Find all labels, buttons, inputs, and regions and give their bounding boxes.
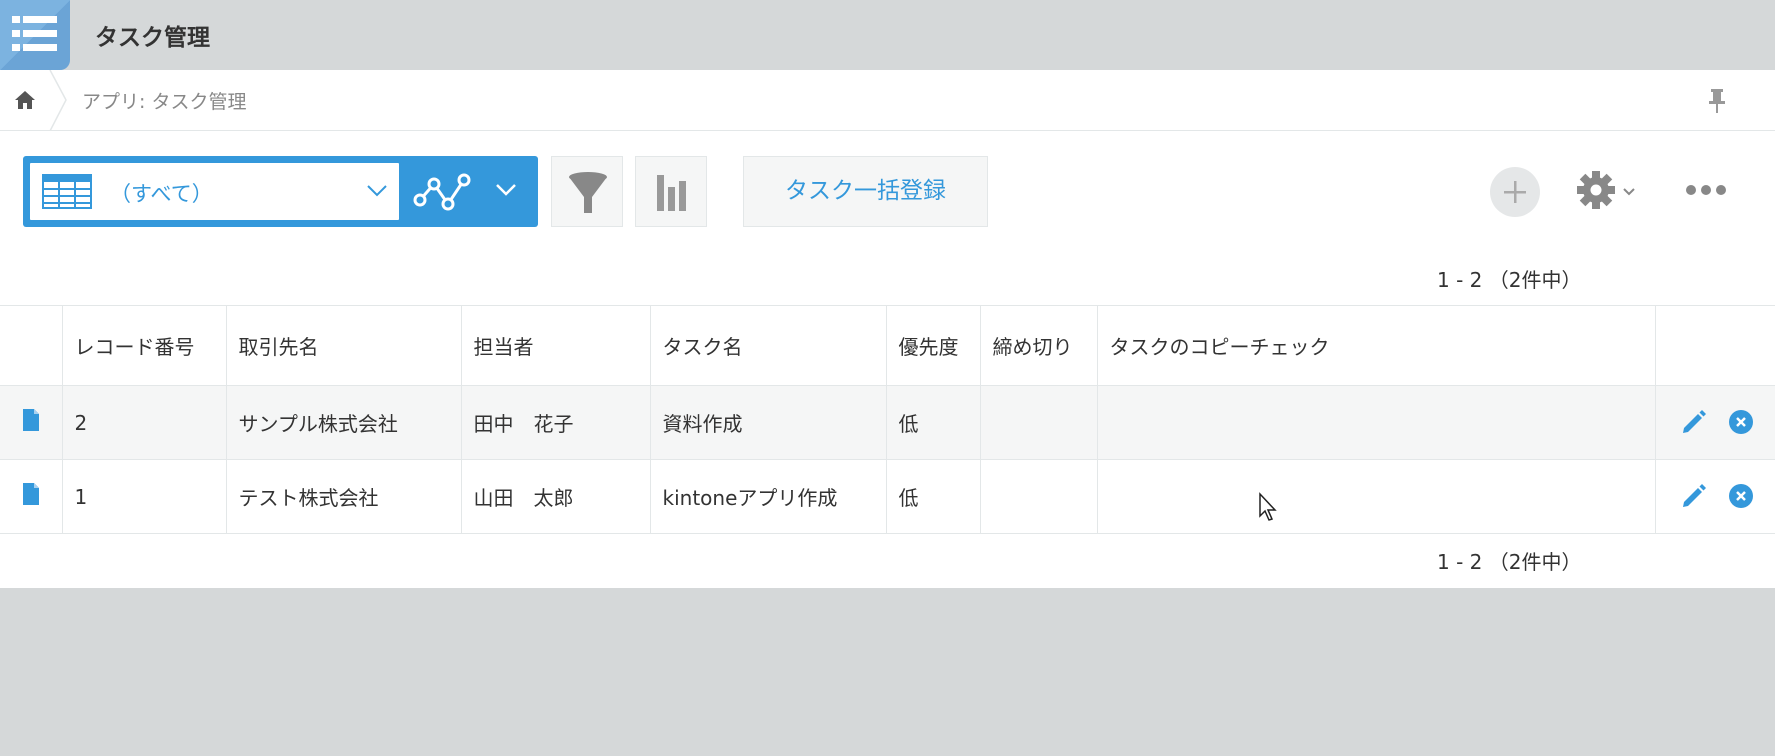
row-actions: [1655, 460, 1775, 534]
bar-chart-icon: [657, 175, 686, 211]
table-row: 2 サンプル株式会社 田中 花子 資料作成 低: [0, 385, 1775, 460]
cell-client: テスト株式会社: [226, 459, 462, 534]
row-actions: [1655, 386, 1775, 460]
plus-icon: [1504, 181, 1526, 203]
add-record-button[interactable]: [1490, 167, 1540, 217]
gear-icon: [1577, 171, 1635, 209]
record-detail-link[interactable]: [0, 459, 63, 534]
record-list-panel: （すべて） タスク一括登録 1 - 2 （2件中） レコード番号 取引先名 担当…: [0, 131, 1775, 588]
settings-button[interactable]: [1577, 169, 1647, 215]
more-options-button[interactable]: [1685, 181, 1727, 201]
filter-icon: [569, 172, 607, 213]
pagination-info-bottom: 1 - 2 （2件中）: [1437, 550, 1582, 574]
record-detail-link[interactable]: [0, 385, 63, 460]
delete-icon[interactable]: [1728, 409, 1754, 435]
table-view-icon: [42, 174, 92, 209]
cell-client: サンプル株式会社: [226, 385, 462, 460]
cell-deadline: [980, 385, 1098, 460]
cell-record-no: 2: [62, 385, 227, 460]
cell-deadline: [980, 459, 1098, 534]
cell-task: kintoneアプリ作成: [650, 459, 887, 534]
more-dots-icon: [1686, 185, 1726, 195]
home-icon[interactable]: [0, 70, 52, 131]
graph-chevron-down-icon[interactable]: [496, 184, 516, 196]
cell-copy-check: [1097, 385, 1656, 460]
column-header-client[interactable]: 取引先名: [226, 305, 462, 386]
table-row: 1 テスト株式会社 山田 太郎 kintoneアプリ作成 低: [0, 459, 1775, 534]
column-header-detail: [0, 305, 63, 386]
bulk-register-button[interactable]: タスク一括登録: [743, 156, 988, 227]
column-header-deadline[interactable]: 締め切り: [980, 305, 1098, 386]
cell-task: 資料作成: [650, 385, 887, 460]
pagination-info-top: 1 - 2 （2件中）: [1437, 268, 1582, 292]
record-table: レコード番号 取引先名 担当者 タスク名 優先度 締め切り タスクのコピーチェッ…: [0, 305, 1775, 534]
line-graph-icon[interactable]: [412, 170, 476, 214]
list-icon[interactable]: [0, 0, 70, 70]
cell-assignee: 山田 太郎: [461, 459, 651, 534]
app-title[interactable]: タスク管理: [95, 18, 210, 52]
graph-button[interactable]: [635, 156, 707, 227]
table-header-row: レコード番号 取引先名 担当者 タスク名 優先度 締め切り タスクのコピーチェッ…: [0, 305, 1775, 386]
cell-priority: 低: [886, 385, 981, 460]
breadcrumb-app-link[interactable]: アプリ: タスク管理: [82, 87, 246, 114]
document-icon: [22, 409, 39, 431]
column-header-record-no[interactable]: レコード番号: [62, 305, 227, 386]
view-selector-bar: （すべて）: [23, 156, 538, 227]
cell-assignee: 田中 花子: [461, 385, 651, 460]
column-header-copy-check[interactable]: タスクのコピーチェック: [1097, 305, 1656, 386]
delete-icon[interactable]: [1728, 483, 1754, 509]
view-dropdown[interactable]: （すべて）: [30, 163, 399, 220]
breadcrumb-separator: [49, 70, 67, 131]
cell-priority: 低: [886, 459, 981, 534]
chevron-down-icon: [367, 185, 387, 197]
cell-record-no: 1: [62, 459, 227, 534]
column-header-assignee[interactable]: 担当者: [461, 305, 651, 386]
column-header-priority[interactable]: 優先度: [886, 305, 981, 386]
filter-button[interactable]: [551, 156, 623, 227]
column-header-actions: [1655, 306, 1775, 386]
column-header-task[interactable]: タスク名: [650, 305, 887, 386]
cell-copy-check: [1097, 459, 1656, 534]
document-icon: [22, 483, 39, 505]
app-header: タスク管理: [0, 0, 1775, 70]
breadcrumb: アプリ: タスク管理: [0, 70, 1775, 131]
edit-pencil-icon[interactable]: [1680, 408, 1708, 436]
edit-pencil-icon[interactable]: [1680, 482, 1708, 510]
mouse-cursor-icon: [1259, 492, 1277, 521]
pin-icon[interactable]: [1705, 88, 1729, 114]
view-name: （すべて）: [110, 182, 213, 206]
